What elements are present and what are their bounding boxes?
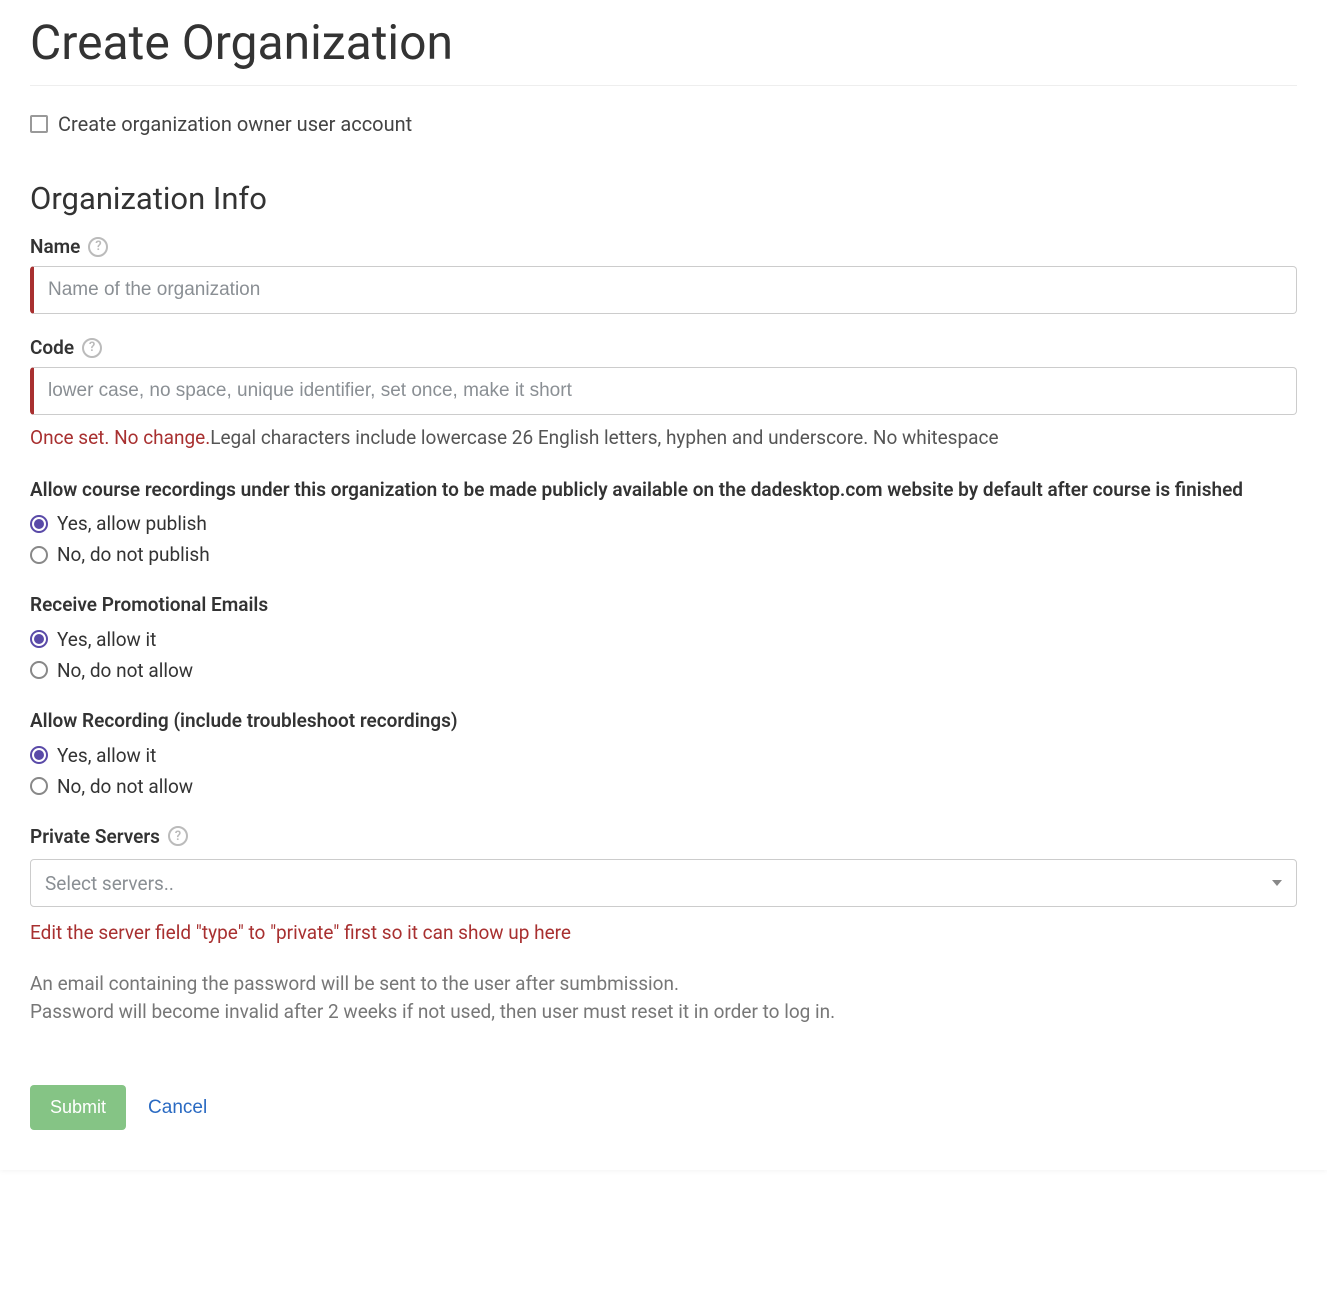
recording-question: Allow Recording (include troubleshoot re… bbox=[30, 708, 1297, 734]
section-title: Organization Info bbox=[30, 180, 1297, 217]
recording-no-radio[interactable]: No, do not allow bbox=[30, 775, 1297, 798]
note-line-1: An email containing the password will be… bbox=[30, 970, 1297, 998]
code-hint-rest: Legal characters include lowercase 26 En… bbox=[210, 426, 998, 449]
promo-no-label: No, do not allow bbox=[57, 659, 193, 682]
promo-question: Receive Promotional Emails bbox=[30, 592, 1297, 618]
page-title: Create Organization bbox=[30, 0, 1297, 86]
publish-question: Allow course recordings under this organ… bbox=[30, 477, 1297, 503]
private-servers-placeholder: Select servers.. bbox=[45, 872, 174, 895]
chevron-down-icon bbox=[1272, 880, 1282, 886]
radio-icon bbox=[30, 515, 48, 533]
private-servers-label: Private Servers bbox=[30, 824, 160, 850]
publish-yes-radio[interactable]: Yes, allow publish bbox=[30, 512, 1297, 535]
name-input[interactable] bbox=[30, 266, 1297, 314]
recording-yes-radio[interactable]: Yes, allow it bbox=[30, 744, 1297, 767]
promo-no-radio[interactable]: No, do not allow bbox=[30, 659, 1297, 682]
code-hint-danger: Once set. No change. bbox=[30, 426, 210, 449]
submit-button[interactable]: Submit bbox=[30, 1085, 126, 1130]
help-icon[interactable]: ? bbox=[88, 237, 108, 257]
publish-no-radio[interactable]: No, do not publish bbox=[30, 543, 1297, 566]
private-servers-hint: Edit the server field "type" to "private… bbox=[30, 921, 1297, 944]
radio-icon bbox=[30, 546, 48, 564]
help-icon[interactable]: ? bbox=[168, 826, 188, 846]
help-icon[interactable]: ? bbox=[82, 338, 102, 358]
code-label: Code bbox=[30, 336, 74, 359]
cancel-button[interactable]: Cancel bbox=[148, 1097, 207, 1119]
radio-icon bbox=[30, 746, 48, 764]
private-servers-select[interactable]: Select servers.. bbox=[30, 859, 1297, 907]
note-line-2: Password will become invalid after 2 wee… bbox=[30, 998, 1297, 1026]
publish-no-label: No, do not publish bbox=[57, 543, 210, 566]
create-owner-checkbox-row[interactable]: Create organization owner user account bbox=[30, 112, 1297, 136]
name-label: Name bbox=[30, 235, 80, 258]
create-owner-label: Create organization owner user account bbox=[58, 112, 412, 136]
create-owner-checkbox[interactable] bbox=[30, 115, 48, 133]
radio-icon bbox=[30, 661, 48, 679]
promo-yes-label: Yes, allow it bbox=[57, 628, 156, 651]
radio-icon bbox=[30, 630, 48, 648]
publish-yes-label: Yes, allow publish bbox=[57, 512, 207, 535]
promo-yes-radio[interactable]: Yes, allow it bbox=[30, 628, 1297, 651]
recording-yes-label: Yes, allow it bbox=[57, 744, 156, 767]
radio-icon bbox=[30, 777, 48, 795]
code-input[interactable] bbox=[30, 367, 1297, 415]
recording-no-label: No, do not allow bbox=[57, 775, 193, 798]
